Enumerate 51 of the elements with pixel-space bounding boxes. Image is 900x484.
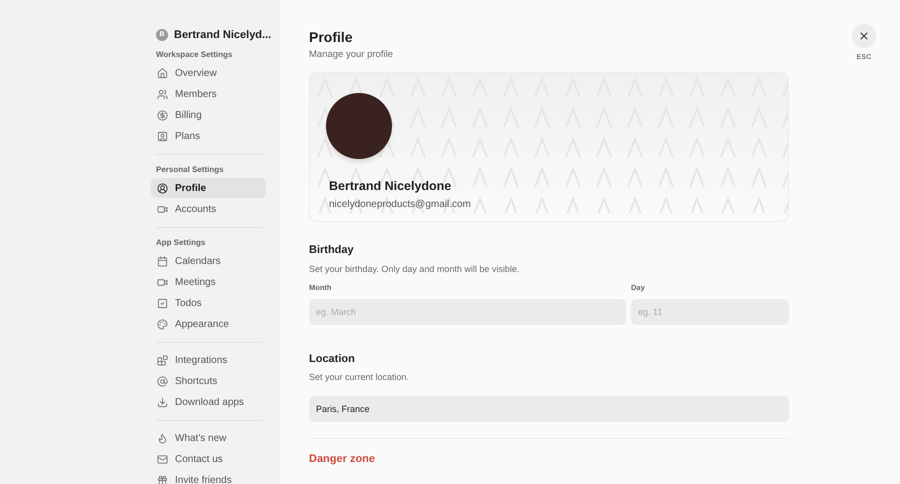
sidebar-item[interactable]: Contact us bbox=[151, 449, 266, 469]
section-description: Set your birthday. Only day and month will be visible. bbox=[309, 262, 520, 276]
sidebar-item[interactable]: Members bbox=[151, 84, 266, 104]
flame-icon bbox=[157, 432, 168, 444]
sidebar-item[interactable]: Overview bbox=[151, 63, 266, 83]
calendar-icon bbox=[157, 256, 168, 266]
close-icon bbox=[858, 30, 870, 42]
sidebar-item[interactable]: Integrations bbox=[151, 350, 266, 370]
group-label: App Settings bbox=[155, 236, 206, 249]
group-label: Workspace Settings bbox=[155, 48, 234, 61]
page-title: Profile bbox=[309, 28, 354, 46]
danger-zone-title: Danger zone bbox=[309, 452, 376, 466]
sidebar-item[interactable]: Plans bbox=[151, 126, 266, 146]
section-title: Birthday bbox=[309, 243, 355, 258]
palette-icon bbox=[157, 318, 168, 330]
home-icon bbox=[157, 68, 168, 78]
page-subtitle: Manage your profile bbox=[309, 48, 394, 62]
sidebar-item[interactable]: Accounts bbox=[151, 199, 266, 219]
mail-icon bbox=[157, 454, 168, 464]
input-field[interactable]: eg. March bbox=[309, 298, 626, 324]
user-icon bbox=[157, 182, 168, 194]
sidebar-item[interactable]: Todos bbox=[151, 293, 266, 313]
checkbox-icon bbox=[157, 298, 168, 308]
close-button[interactable] bbox=[852, 24, 876, 48]
input-field[interactable]: eg. 11 bbox=[631, 298, 789, 324]
blocks-icon bbox=[157, 354, 168, 366]
gift-icon bbox=[157, 474, 168, 484]
section-title: Location bbox=[309, 352, 356, 366]
location-input-field[interactable]: Paris, France bbox=[309, 396, 789, 422]
camera-icon bbox=[157, 204, 168, 214]
camera-icon bbox=[157, 276, 168, 288]
section-description: Set your current location. bbox=[309, 371, 410, 384]
sidebar-item[interactable]: Profile bbox=[151, 178, 266, 198]
sidebar-item[interactable]: Billing bbox=[151, 105, 266, 125]
people-icon bbox=[157, 88, 168, 100]
dollar-icon bbox=[157, 110, 168, 120]
sidebar-item[interactable]: Meetings bbox=[151, 272, 266, 292]
at-sign-icon bbox=[157, 376, 168, 386]
sidebar-item[interactable]: What's new bbox=[151, 428, 266, 448]
sidebar-item[interactable]: Download apps bbox=[151, 392, 266, 412]
sidebar-item[interactable]: Calendars bbox=[151, 251, 266, 271]
sidebar-item[interactable]: Invite friends bbox=[151, 470, 266, 484]
account-name: Bertrand Nicelyd... bbox=[174, 28, 272, 43]
sidebar-item[interactable]: Shortcuts bbox=[151, 371, 266, 391]
profile-name: Bertrand Nicelydone bbox=[329, 178, 452, 196]
download-icon bbox=[157, 396, 168, 408]
sidebar-item[interactable]: Appearance bbox=[151, 314, 266, 334]
group-label: Personal Settings bbox=[155, 164, 225, 176]
profile-email: nicelydoneproducts@gmail.com bbox=[329, 198, 471, 212]
card-icon bbox=[157, 130, 168, 142]
profile-photo-placeholder bbox=[326, 93, 392, 160]
